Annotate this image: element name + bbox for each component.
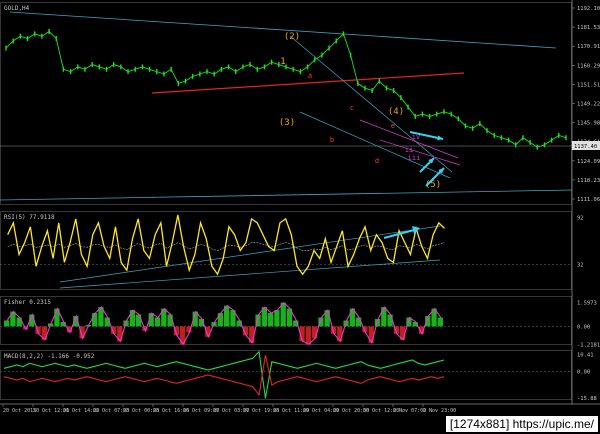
wave-label: d (375, 157, 379, 165)
fisher-bar (154, 317, 161, 327)
wave-label: (2) (284, 32, 300, 42)
fisher-bar (274, 310, 280, 327)
wave-label: iii (408, 154, 421, 162)
fisher-bar (381, 307, 387, 327)
macd-tick-label: -15.88 (577, 396, 597, 402)
rsi-pane-title: RSI(5) 77.9118 (4, 214, 55, 221)
price-pane-title: GOLD,H4 (4, 5, 30, 12)
time-tick-label: 20 Oct 2015 (3, 408, 36, 414)
trading-chart[interactable]: GOLD,H4 1192.10 1181.53 1170.91 1160.29 1151.… (0, 0, 600, 434)
image-size-watermark: [1274x881] https://upic.me/ (445, 416, 598, 432)
macd-tick-label: 10.41 (577, 352, 594, 358)
price-tick-label: 1192.10 (577, 6, 600, 12)
wave-label: e (391, 122, 395, 130)
macd-pane-title: MACD(8,2,2) -1.166 -0.952 (4, 353, 95, 360)
fisher-bar (437, 317, 443, 327)
price-tick-label: 1149.22 (577, 102, 600, 108)
time-tick-label: 2 Nov 07:00 (393, 408, 426, 414)
fisher-bar (387, 314, 393, 327)
price-tick-label: 1170.91 (577, 44, 600, 50)
wave-label: ii (405, 146, 413, 154)
time-tick-label: 2 Nov 23:00 (423, 408, 456, 414)
wave-label: (4) (388, 107, 404, 117)
wave-label: b (330, 136, 334, 144)
price-tick-label: 1151.51 (577, 82, 600, 88)
price-tick-label: 1124.09 (577, 159, 600, 165)
wave-label: a (308, 72, 312, 80)
price-tick-label: 1111.06 (577, 197, 600, 203)
price-tick-label: 1160.29 (577, 63, 600, 69)
rsi-tick-label: 32 (577, 263, 584, 269)
fisher-bar (268, 313, 274, 327)
fisher-bar (4, 320, 10, 327)
price-tick-label: 1145.98 (577, 121, 600, 127)
fisher-bar (16, 317, 22, 327)
fisher-bar (305, 326, 311, 345)
current-price-label: 1137.40 (574, 144, 597, 150)
fisher-tick-label: 1.5973 (577, 301, 597, 307)
price-tick-label: 1181.53 (577, 25, 600, 31)
rsi-tick-label: 92 (577, 215, 584, 221)
fisher-bar (10, 311, 16, 327)
fisher-bar (368, 326, 374, 343)
wave-label: (3) (279, 118, 295, 128)
fisher-tick-label: -1.2181 (577, 343, 600, 349)
fisher-tick-label: 0.00 (577, 324, 590, 330)
chart-background (0, 0, 600, 434)
wave-label: c (350, 104, 354, 112)
macd-tick-label: 0.00 (577, 370, 590, 376)
fisher-bar (129, 310, 135, 327)
fisher-bar (217, 313, 223, 327)
fisher-pane-title: Fisher 0.2315 (4, 299, 51, 306)
wave-label: 1 (280, 57, 285, 67)
price-tick-label: 1118.23 (577, 178, 600, 184)
fisher-bar (136, 314, 142, 327)
